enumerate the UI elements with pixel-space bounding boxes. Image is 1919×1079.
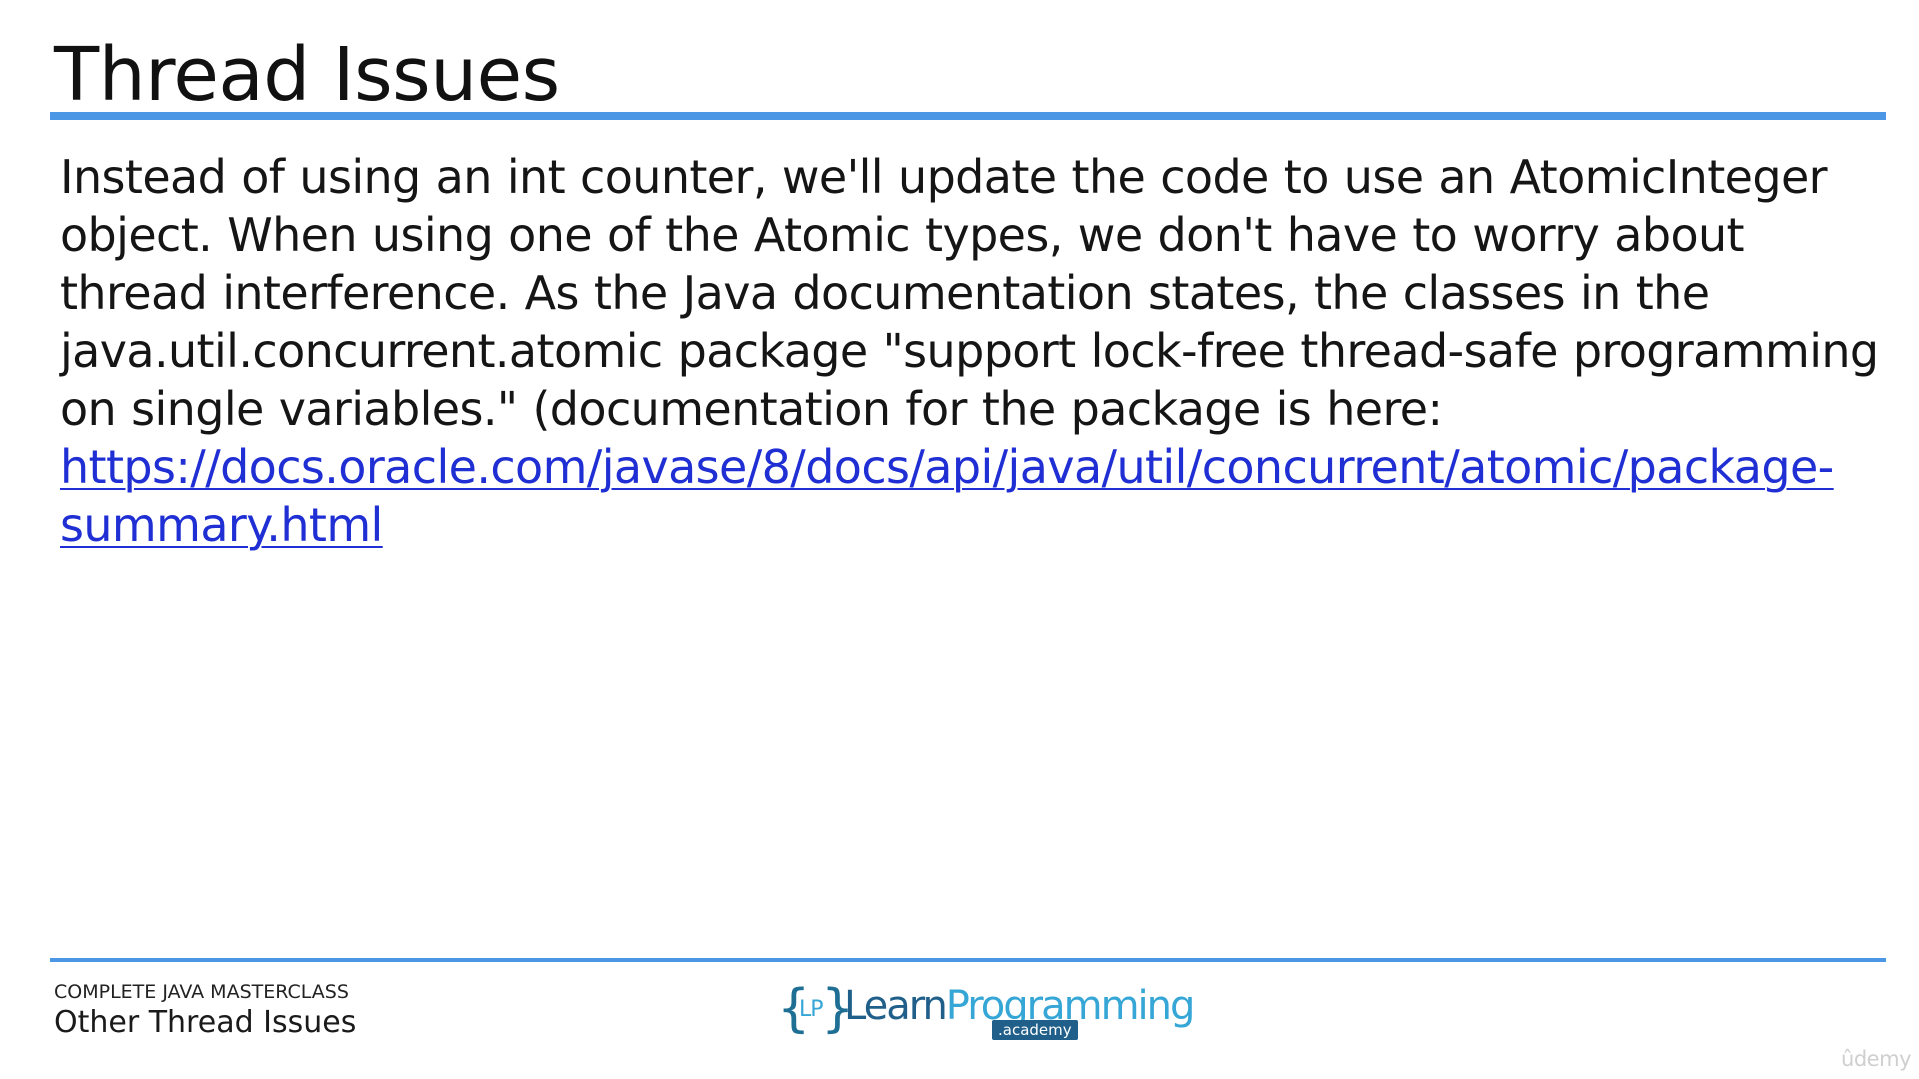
udemy-watermark: ûdemy xyxy=(1841,1047,1911,1071)
logo-tagline: .academy xyxy=(992,1020,1078,1040)
slide-body: Instead of using an int counter, we'll u… xyxy=(60,148,1895,554)
documentation-link[interactable]: https://docs.oracle.com/javase/8/docs/ap… xyxy=(60,440,1834,552)
learnprogramming-logo: { LP } LearnProgramming .academy xyxy=(778,980,1195,1044)
logo-wordmark-learn: Learn xyxy=(844,983,948,1029)
body-text: Instead of using an int counter, we'll u… xyxy=(60,150,1879,436)
lecture-name: Other Thread Issues xyxy=(54,1005,357,1040)
footer-divider xyxy=(50,958,1886,962)
title-divider xyxy=(50,112,1886,120)
logo-lp-mark: LP xyxy=(799,997,824,1022)
slide-title: Thread Issues xyxy=(54,32,560,118)
course-name: COMPLETE JAVA MASTERCLASS xyxy=(54,981,349,1003)
